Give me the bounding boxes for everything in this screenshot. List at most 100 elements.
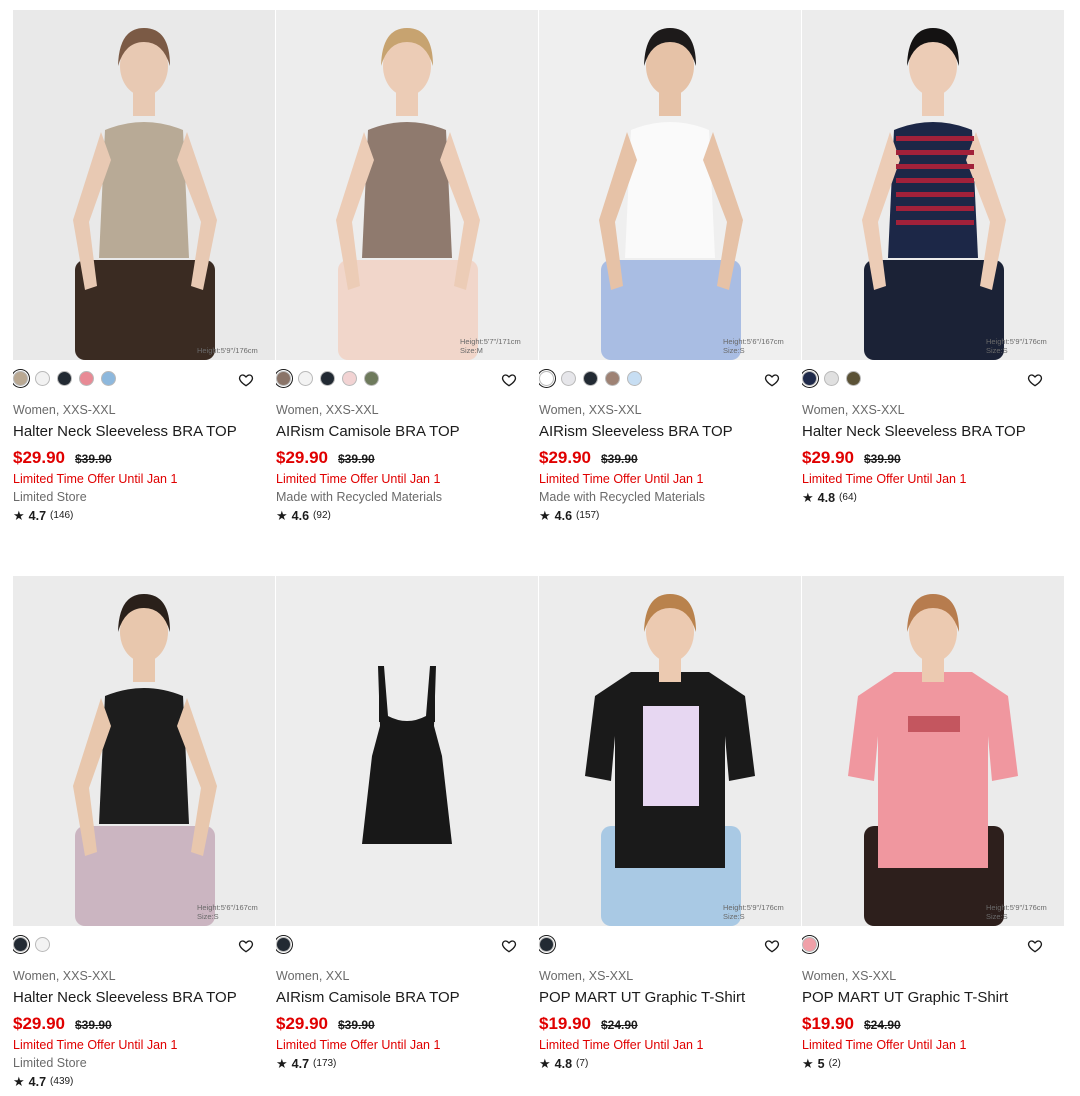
rating-score: 4.7 xyxy=(28,1075,47,1089)
color-swatch[interactable] xyxy=(276,937,291,952)
product-name[interactable]: POP MART UT Graphic T-Shirt xyxy=(802,988,1064,1008)
product-image[interactable]: Height:5'9"/176cm Size:S xyxy=(539,576,801,926)
product-card[interactable]: Women, XXL AIRism Camisole BRA TOP $29.9… xyxy=(276,576,538,1096)
product-card[interactable]: Height:5'6"/167cm Size:S Women, XXS-XXL … xyxy=(13,576,275,1096)
heart-icon[interactable] xyxy=(238,938,254,954)
product-name[interactable]: POP MART UT Graphic T-Shirt xyxy=(539,988,801,1008)
product-image[interactable]: Height:5'6"/167cm Size:S xyxy=(539,10,801,360)
color-swatch[interactable] xyxy=(539,937,554,952)
color-swatch[interactable] xyxy=(101,371,116,386)
model-info: Height:5'9"/176cm Size:S xyxy=(723,903,784,921)
star-icon: ★ xyxy=(276,1056,288,1071)
product-card[interactable]: Height:5'7"/171cm Size:M Women, XXS-XXL … xyxy=(276,10,538,530)
review-count: (157) xyxy=(576,510,600,521)
rating: ★ 4.8 (7) xyxy=(539,1055,801,1073)
heart-icon[interactable] xyxy=(501,372,517,388)
offer-text: Limited Time Offer Until Jan 1 xyxy=(276,1038,441,1052)
product-image[interactable]: Height:5'7"/171cm Size:M xyxy=(276,10,538,360)
product-image[interactable] xyxy=(276,576,538,926)
offer-text: Limited Time Offer Until Jan 1 xyxy=(539,1038,704,1052)
product-name[interactable]: Halter Neck Sleeveless BRA TOP xyxy=(13,422,275,442)
color-swatch[interactable] xyxy=(79,371,94,386)
color-swatches xyxy=(802,371,861,386)
heart-icon[interactable] xyxy=(764,938,780,954)
review-count: (92) xyxy=(313,510,331,521)
original-price: $39.90 xyxy=(338,452,375,466)
rating-score: 4.7 xyxy=(28,509,47,523)
color-swatch[interactable] xyxy=(13,371,28,386)
review-count: (64) xyxy=(839,492,857,503)
color-swatch[interactable] xyxy=(802,371,817,386)
product-card[interactable]: Height:5'9"/176cm Size:S Women, XS-XXL P… xyxy=(802,576,1064,1096)
color-swatch[interactable] xyxy=(13,937,28,952)
model-info: Height:5'7"/171cm Size:M xyxy=(460,337,521,355)
product-category: Women, XXS-XXL xyxy=(539,403,642,417)
color-swatch[interactable] xyxy=(605,371,620,386)
stripe xyxy=(896,220,974,225)
color-swatch[interactable] xyxy=(846,371,861,386)
color-swatch[interactable] xyxy=(342,371,357,386)
price-block: $29.90 $39.90 xyxy=(13,448,275,470)
color-swatch[interactable] xyxy=(802,937,817,952)
review-count: (173) xyxy=(313,1058,337,1069)
review-count: (2) xyxy=(828,1058,841,1069)
color-swatch[interactable] xyxy=(824,371,839,386)
product-name[interactable]: Halter Neck Sleeveless BRA TOP xyxy=(802,422,1064,442)
review-count: (146) xyxy=(50,510,74,521)
product-card[interactable]: Height:5'9"/176cm Women, XXS-XXL Halter … xyxy=(13,10,275,530)
color-swatch[interactable] xyxy=(561,371,576,386)
heart-icon[interactable] xyxy=(238,372,254,388)
offer-text: Limited Time Offer Until Jan 1 xyxy=(802,472,967,486)
offer-text: Limited Time Offer Until Jan 1 xyxy=(13,472,178,486)
color-swatch[interactable] xyxy=(35,937,50,952)
product-category: Women, XXS-XXL xyxy=(13,969,116,983)
color-swatches xyxy=(276,371,379,386)
color-swatch[interactable] xyxy=(35,371,50,386)
product-name[interactable]: AIRism Sleeveless BRA TOP xyxy=(539,422,801,442)
rating-score: 4.8 xyxy=(554,1057,573,1071)
sale-price: $29.90 xyxy=(539,448,591,467)
product-card[interactable]: Height:5'6"/167cm Size:S Women, XXS-XXL … xyxy=(539,10,801,530)
original-price: $39.90 xyxy=(338,1018,375,1032)
product-image[interactable]: Height:5'9"/176cm Size:S xyxy=(802,576,1064,926)
stripe xyxy=(896,150,974,155)
rating-score: 5 xyxy=(817,1057,825,1071)
heart-icon[interactable] xyxy=(764,372,780,388)
color-swatch[interactable] xyxy=(583,371,598,386)
color-swatch[interactable] xyxy=(364,371,379,386)
product-category: Women, XS-XXL xyxy=(539,969,634,983)
rating-score: 4.6 xyxy=(554,509,573,523)
review-count: (7) xyxy=(576,1058,589,1069)
color-swatches xyxy=(802,937,817,952)
color-swatch[interactable] xyxy=(57,371,72,386)
product-card[interactable]: Height:5'9"/176cm Size:S Women, XS-XXL P… xyxy=(539,576,801,1096)
star-icon: ★ xyxy=(13,1074,25,1089)
color-swatch[interactable] xyxy=(276,371,291,386)
color-swatch[interactable] xyxy=(627,371,642,386)
offer-text: Limited Time Offer Until Jan 1 xyxy=(802,1038,967,1052)
rating: ★ 4.7 (146) xyxy=(13,507,275,525)
product-category: Women, XS-XXL xyxy=(802,969,897,983)
product-name[interactable]: AIRism Camisole BRA TOP xyxy=(276,988,538,1008)
rating: ★ 4.7 (439) xyxy=(13,1073,275,1091)
stripe xyxy=(896,136,974,141)
sale-price: $29.90 xyxy=(802,448,854,467)
heart-icon[interactable] xyxy=(1027,372,1043,388)
product-image[interactable]: Height:5'9"/176cm xyxy=(13,10,275,360)
color-swatch[interactable] xyxy=(298,371,313,386)
product-card[interactable]: Height:5'9"/176cm Size:S Women, XXS-XXL … xyxy=(802,10,1064,530)
product-name[interactable]: Halter Neck Sleeveless BRA TOP xyxy=(13,988,275,1008)
color-swatch[interactable] xyxy=(320,371,335,386)
product-image[interactable]: Height:5'9"/176cm Size:S xyxy=(802,10,1064,360)
sale-price: $19.90 xyxy=(539,1014,591,1033)
heart-icon[interactable] xyxy=(1027,938,1043,954)
heart-icon[interactable] xyxy=(501,938,517,954)
product-category: Women, XXS-XXL xyxy=(13,403,116,417)
color-swatch[interactable] xyxy=(539,371,554,386)
product-name[interactable]: AIRism Camisole BRA TOP xyxy=(276,422,538,442)
rating: ★ 4.6 (157) xyxy=(539,507,801,525)
camisole-shape xyxy=(362,666,452,844)
sale-price: $29.90 xyxy=(276,1014,328,1033)
product-image[interactable]: Height:5'6"/167cm Size:S xyxy=(13,576,275,926)
original-price: $24.90 xyxy=(601,1018,638,1032)
